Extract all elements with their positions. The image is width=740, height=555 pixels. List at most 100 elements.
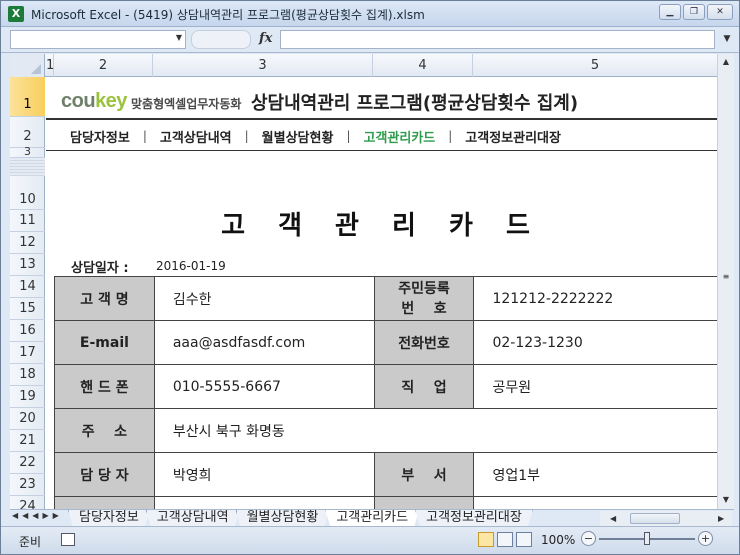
name-value[interactable]: 김수한 — [153, 276, 375, 321]
nav-divider — [46, 150, 717, 151]
formula-input[interactable] — [280, 30, 715, 49]
sheet-navigation: 담당자정보 | 고객상담내역 | 월별상담현황 | 고객관리카드 | 고객정보관… — [46, 125, 717, 147]
logo-text: cou — [61, 90, 96, 112]
column-header[interactable]: 3 — [153, 54, 373, 77]
dept-value[interactable]: 영업1부 — [473, 452, 717, 497]
sheet-content: coukey 맞춤형엑셀업무자동화 상담내역관리 프로그램(평균상담횟수 집계)… — [46, 77, 717, 509]
name-box[interactable]: ▼ — [10, 30, 186, 49]
scroll-grip-icon[interactable]: ≡ — [718, 269, 734, 285]
nav-link-manager-info[interactable]: 담당자정보 — [46, 127, 143, 146]
formula-bar-divider[interactable] — [191, 30, 251, 49]
formula-bar: ▼ fx ▼ — [1, 27, 739, 53]
nav-link-customer-card[interactable]: 고객관리카드 — [350, 127, 448, 146]
zoom-slider-thumb[interactable] — [644, 532, 650, 545]
row-header[interactable]: 20 — [10, 408, 45, 430]
page-layout-view-icon[interactable] — [497, 532, 513, 547]
row-header[interactable]: 1 — [10, 77, 45, 117]
sheet-tab-manager-info[interactable]: 담당자정보 — [68, 510, 150, 527]
sheet-tab-monthly-status[interactable]: 월별상담현황 — [236, 510, 330, 527]
restore-button[interactable]: ❐ — [683, 4, 705, 20]
manager-label: 담 당 자 — [54, 452, 155, 497]
row-header[interactable]: 19 — [10, 386, 45, 408]
nav-link-monthly-status[interactable]: 월별상담현황 — [249, 127, 347, 146]
chevron-down-icon[interactable]: ▼ — [176, 33, 182, 42]
column-header[interactable]: 5 — [473, 54, 717, 77]
nav-link-consultation-log[interactable]: 고객상담내역 — [147, 127, 245, 146]
email-value[interactable]: aaa@asdfasdf.com — [153, 320, 375, 365]
row-header[interactable]: 2 — [10, 117, 45, 148]
row-header[interactable]: 14 — [10, 276, 45, 298]
card-row-partial — [54, 496, 717, 509]
page-break-view-icon[interactable] — [516, 532, 532, 547]
row-header[interactable]: 18 — [10, 364, 45, 386]
row-header[interactable]: 24 — [10, 496, 45, 509]
rrn-label: 주민등록 번 호 — [373, 276, 475, 321]
address-value[interactable]: 부산시 북구 화명동 — [153, 408, 717, 453]
mobile-value[interactable]: 010-5555-6667 — [153, 364, 375, 409]
row-headers: 1 2 3 10 11 12 13 14 15 16 17 18 19 20 2… — [10, 77, 45, 509]
zoom-out-icon[interactable]: − — [581, 531, 596, 546]
column-header[interactable]: 1 — [46, 54, 54, 77]
scroll-right-icon[interactable]: ▶ — [718, 511, 724, 526]
row-header[interactable]: 12 — [10, 232, 45, 254]
email-label: E-mail — [54, 320, 155, 365]
sheet-tab-customer-card[interactable]: 고객관리카드 — [325, 510, 419, 527]
sheet-tab-consultation-log[interactable]: 고객상담내역 — [146, 510, 240, 527]
row-header[interactable]: 16 — [10, 320, 45, 342]
excel-app-icon[interactable]: X — [8, 6, 24, 22]
partial-label-cell — [373, 496, 475, 509]
column-header[interactable]: 2 — [54, 54, 153, 77]
coukey-logo: coukey — [61, 90, 127, 113]
sheet-tabs-bar: ◀◀◀▶▶ 담당자정보 고객상담내역 월별상담현황 고객관리카드 고객정보관리대… — [10, 509, 734, 526]
tab-scroll-arrows-icon[interactable]: ◀◀◀▶▶ — [12, 511, 63, 520]
mobile-label: 핸 드 폰 — [54, 364, 155, 409]
row-header[interactable]: 13 — [10, 254, 45, 276]
minimize-button[interactable]: ▁ — [659, 4, 681, 20]
partial-label-cell — [54, 496, 155, 509]
card-row: E-mail aaa@asdfasdf.com 전화번호 02-123-1230 — [54, 320, 717, 365]
row-header[interactable]: 22 — [10, 452, 45, 474]
zoom-in-icon[interactable]: + — [698, 531, 713, 546]
row-header[interactable]: 15 — [10, 298, 45, 320]
row-header[interactable]: 17 — [10, 342, 45, 364]
logo-accent: key — [95, 90, 127, 112]
zoom-level[interactable]: 100% — [541, 533, 575, 547]
expand-formula-bar-icon[interactable]: ▼ — [719, 31, 735, 48]
row-header[interactable]: 23 — [10, 474, 45, 496]
select-all-corner[interactable] — [10, 54, 45, 77]
worksheet-grid: 1 2 3 4 5 1 2 3 10 11 12 13 14 15 16 17 … — [10, 54, 717, 509]
nav-link-customer-ledger[interactable]: 고객정보관리대장 — [452, 127, 574, 146]
card-row: 담 당 자 박영희 부 서 영업1부 — [54, 452, 717, 497]
phone-label: 전화번호 — [373, 320, 475, 365]
column-header[interactable]: 4 — [373, 54, 473, 77]
row-header[interactable]: 3 — [10, 146, 45, 158]
macro-record-icon[interactable] — [61, 533, 75, 546]
manager-value[interactable]: 박영희 — [153, 452, 375, 497]
scroll-left-icon[interactable]: ◀ — [610, 511, 616, 526]
hidden-rows-marker[interactable] — [10, 158, 45, 176]
horizontal-scrollbar[interactable]: ◀ ▶ — [600, 511, 732, 526]
scroll-down-icon[interactable]: ▼ — [718, 492, 734, 508]
card-row: 주 소 부산시 북구 화명동 — [54, 408, 717, 453]
vertical-scrollbar[interactable]: ▲ ≡ ▼ — [717, 54, 734, 509]
insert-function-icon[interactable]: fx — [259, 31, 272, 46]
phone-value[interactable]: 02-123-1230 — [473, 320, 717, 365]
row-header[interactable]: 10 — [10, 188, 45, 210]
sheet-tab-customer-ledger[interactable]: 고객정보관리대장 — [415, 510, 533, 527]
close-button[interactable]: ✕ — [707, 4, 733, 20]
horizontal-scroll-thumb[interactable] — [630, 513, 680, 524]
window-title: Microsoft Excel - (5419) 상담내역관리 프로그램(평균상… — [31, 8, 425, 22]
scroll-up-icon[interactable]: ▲ — [718, 54, 734, 70]
partial-value-cell[interactable] — [153, 496, 375, 509]
row-header[interactable]: 21 — [10, 430, 45, 452]
card-row: 핸 드 폰 010-5555-6667 직 업 공무원 — [54, 364, 717, 409]
row-header[interactable]: 11 — [10, 210, 45, 232]
job-value[interactable]: 공무원 — [473, 364, 717, 409]
rrn-value[interactable]: 121212-2222222 — [473, 276, 717, 321]
rrn-label-line2: 번 호 — [401, 300, 447, 317]
partial-value-cell[interactable] — [473, 496, 717, 509]
customer-card-table: 고 객 명 김수한 주민등록 번 호 121212-2222222 E-mail… — [54, 276, 717, 509]
card-title: 고 객 관 리 카 드 — [221, 211, 542, 241]
normal-view-icon[interactable] — [478, 532, 494, 547]
consult-date-value[interactable]: 2016-01-19 — [156, 259, 226, 273]
